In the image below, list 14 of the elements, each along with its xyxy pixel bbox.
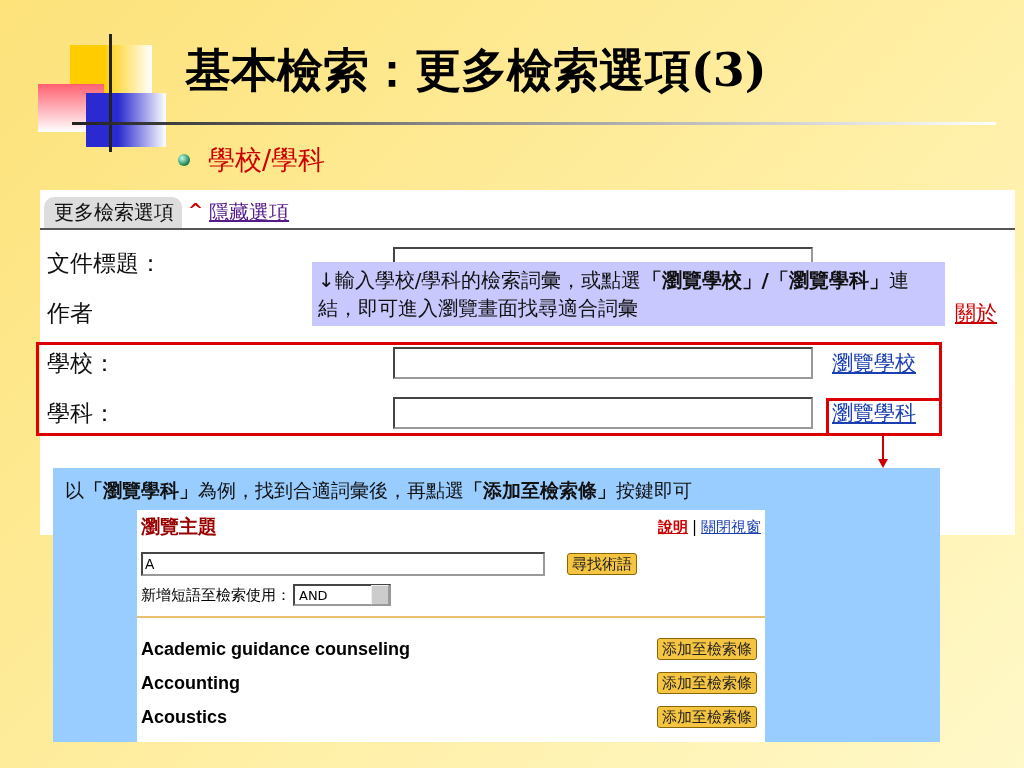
slide-title: 基本檢索：更多檢索選項(3) [185,42,767,99]
callout-text: 以「瀏覽學科」為例，找到合適詞彙後，再點選「添加至檢索條」按鍵即可 [64,478,693,503]
field-label: 文件標題： [47,248,162,278]
field-label: 作者 [47,298,93,328]
bullet-text: 學校/學科 [208,143,326,177]
term-text: Academic guidance counseling [141,638,411,660]
link-separator: | [691,518,697,536]
browse-title: 瀏覽主題 [141,514,217,539]
field-label: 學科： [47,398,116,428]
operator-label: 新增短語至檢索使用： [141,585,291,605]
callout-tooltip: ↓輸入學校/學科的檢索詞彙，或點選「瀏覽學校」/「瀏覽學科」連結，即可進入瀏覽畫面找尋適合詞彙 [312,262,945,326]
field-label: 學校： [47,348,116,378]
term-text: Acoustics [141,706,228,728]
term-text: Accounting [141,672,240,694]
